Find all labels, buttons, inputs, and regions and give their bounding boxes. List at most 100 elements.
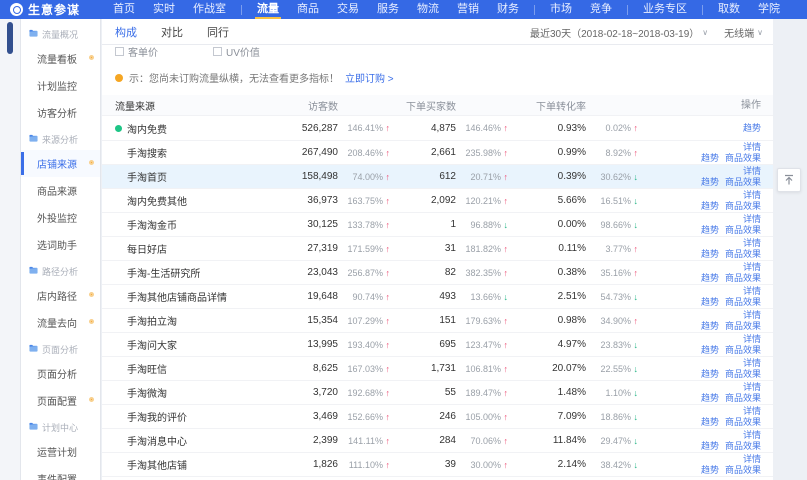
nav-item-11[interactable]: 竞争: [581, 0, 621, 19]
checkbox-icon[interactable]: [115, 47, 124, 56]
sidebar-item-11[interactable]: 流量去向: [21, 309, 100, 336]
nav-item-14[interactable]: 学院: [749, 0, 789, 19]
action-link[interactable]: 商品效果: [725, 369, 761, 380]
action-link[interactable]: 详情: [743, 454, 761, 465]
action-link[interactable]: 商品效果: [725, 441, 761, 452]
tab-2[interactable]: 同行: [207, 24, 229, 40]
sidebar-item-10[interactable]: 店内路径: [21, 282, 100, 309]
nav-item-5[interactable]: 交易: [328, 0, 368, 19]
action-link[interactable]: 详情: [743, 166, 761, 177]
actions-cell: 详情趋势商品效果: [638, 454, 761, 476]
actions-cell: 趋势: [638, 123, 761, 134]
action-link[interactable]: 商品效果: [725, 465, 761, 476]
sidebar-item-7[interactable]: 外投监控: [21, 204, 100, 231]
action-link[interactable]: 趋势: [701, 417, 719, 428]
buyers-change: 96.88% ↓: [456, 220, 508, 230]
visitors-change: 111.10% ↑: [338, 460, 390, 470]
sidebar-item-6[interactable]: 商品来源: [21, 177, 100, 204]
sidebar-item-13[interactable]: 页面分析: [21, 360, 100, 387]
action-link[interactable]: 详情: [743, 310, 761, 321]
action-link[interactable]: 详情: [743, 262, 761, 273]
action-link[interactable]: 商品效果: [725, 153, 761, 164]
action-link[interactable]: 趋势: [701, 273, 719, 284]
action-link[interactable]: 商品效果: [725, 201, 761, 212]
sidebar-item-8[interactable]: 选词助手: [21, 231, 100, 258]
chevron-down-icon: ∨: [702, 28, 708, 37]
metric-checkbox-1[interactable]: UV价值: [213, 45, 260, 57]
arrow-up-icon: ↑: [383, 316, 390, 326]
action-link[interactable]: 趋势: [701, 441, 719, 452]
metric-checkbox-0[interactable]: 客单价: [115, 45, 158, 57]
sidebar-item-14[interactable]: 页面配置: [21, 387, 100, 414]
buyers: 28470.06% ↑: [390, 435, 508, 446]
nav-item-2[interactable]: 作战室: [184, 0, 235, 19]
action-link[interactable]: 趋势: [701, 321, 719, 332]
nav-item-12[interactable]: 业务专区: [634, 0, 696, 19]
actions-cell: 详情趋势商品效果: [638, 142, 761, 164]
nav-item-1[interactable]: 实时: [144, 0, 184, 19]
sidebar-scrollbar-thumb[interactable]: [7, 22, 13, 54]
app-logo[interactable]: 生意参谋: [10, 1, 80, 18]
buyers-value: 695: [439, 339, 456, 350]
arrow-down-icon: ↓: [501, 220, 508, 230]
sidebar-item-1[interactable]: 流量看板: [21, 45, 100, 72]
sidebar-item-16[interactable]: 运营计划: [21, 438, 100, 465]
conversion: 2.14%38.42% ↓: [508, 459, 638, 470]
action-link[interactable]: 详情: [743, 334, 761, 345]
action-link[interactable]: 趋势: [701, 249, 719, 260]
action-link[interactable]: 商品效果: [725, 345, 761, 356]
action-link[interactable]: 详情: [743, 430, 761, 441]
conversion-change: 38.42% ↓: [586, 460, 638, 470]
action-link[interactable]: 详情: [743, 238, 761, 249]
subscribe-now-link[interactable]: 立即订购 >: [345, 70, 394, 85]
action-link[interactable]: 商品效果: [725, 225, 761, 236]
sidebar-item-5[interactable]: 店铺来源: [21, 150, 100, 177]
action-link[interactable]: 趋势: [743, 123, 761, 134]
action-link[interactable]: 详情: [743, 214, 761, 225]
nav-item-7[interactable]: 物流: [408, 0, 448, 19]
action-link[interactable]: 详情: [743, 358, 761, 369]
nav-item-9[interactable]: 财务: [488, 0, 528, 19]
action-link[interactable]: 趋势: [701, 393, 719, 404]
action-link[interactable]: 商品效果: [725, 393, 761, 404]
nav-item-13[interactable]: 取数: [709, 0, 749, 19]
tab-1[interactable]: 对比: [161, 24, 183, 40]
action-link[interactable]: 商品效果: [725, 417, 761, 428]
actions-cell: 详情趋势商品效果: [638, 166, 761, 188]
action-link[interactable]: 详情: [743, 406, 761, 417]
action-link[interactable]: 详情: [743, 382, 761, 393]
action-link[interactable]: 趋势: [701, 177, 719, 188]
action-link[interactable]: 趋势: [701, 369, 719, 380]
date-range-picker[interactable]: 最近30天（2018-02-18~2018-03-19） ∨: [530, 25, 708, 40]
back-to-top-button[interactable]: [777, 168, 801, 192]
action-link[interactable]: 详情: [743, 190, 761, 201]
nav-item-8[interactable]: 营销: [448, 0, 488, 19]
action-link[interactable]: 商品效果: [725, 321, 761, 332]
nav-item-10[interactable]: 市场: [541, 0, 581, 19]
terminal-picker[interactable]: 无线端 ∨: [724, 25, 763, 40]
action-link[interactable]: 趋势: [701, 345, 719, 356]
action-link[interactable]: 趋势: [701, 201, 719, 212]
tab-0[interactable]: 构成: [115, 24, 137, 40]
action-link[interactable]: 趋势: [701, 153, 719, 164]
action-link[interactable]: 趋势: [701, 465, 719, 476]
nav-item-6[interactable]: 服务: [368, 0, 408, 19]
sidebar-item-17[interactable]: 事件配置: [21, 465, 100, 480]
visitors-change: 146.41% ↑: [338, 123, 390, 133]
action-link[interactable]: 趋势: [701, 225, 719, 236]
sidebar-item-3[interactable]: 访客分析: [21, 99, 100, 126]
action-link[interactable]: 详情: [743, 142, 761, 153]
nav-item-4[interactable]: 商品: [288, 0, 328, 19]
action-link[interactable]: 商品效果: [725, 297, 761, 308]
action-link[interactable]: 商品效果: [725, 177, 761, 188]
checkbox-icon[interactable]: [213, 47, 222, 56]
action-link[interactable]: 商品效果: [725, 273, 761, 284]
conversion: 0.00%98.66% ↓: [508, 219, 638, 230]
action-link[interactable]: 趋势: [701, 297, 719, 308]
sidebar-item-2[interactable]: 计划监控: [21, 72, 100, 99]
nav-item-0[interactable]: 首页: [104, 0, 144, 19]
visitors-change: 107.29% ↑: [338, 316, 390, 326]
action-link[interactable]: 详情: [743, 286, 761, 297]
nav-item-3[interactable]: 流量: [248, 0, 288, 19]
action-link[interactable]: 商品效果: [725, 249, 761, 260]
